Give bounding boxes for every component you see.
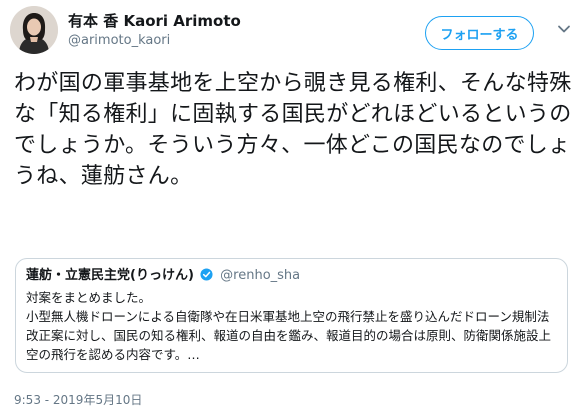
chevron-down-icon[interactable] — [557, 22, 571, 36]
author-handle[interactable]: @arimoto_kaori — [68, 33, 170, 49]
author-name[interactable]: 有本 香 Kaori Arimoto — [68, 12, 241, 30]
timestamp[interactable]: 9:53 - 2019年5月10日 — [14, 391, 142, 408]
follow-button[interactable]: フォローする — [425, 16, 534, 50]
quote-text: 対案をまとめました。 小型無人機ドローンによる自衛隊や在日米軍基地上空の飛行禁止… — [26, 290, 552, 362]
quote-header: 蓮舫・立憲民主党(りっけん) @renho_sha — [26, 267, 557, 284]
verified-icon — [200, 268, 213, 281]
avatar-image — [10, 6, 58, 54]
quote-author-handle: @renho_sha — [220, 268, 301, 283]
quote-author-name: 蓮舫・立憲民主党(りっけん) — [26, 268, 194, 283]
avatar[interactable] — [10, 6, 58, 54]
quoted-tweet-card[interactable]: 蓮舫・立憲民主党(りっけん) @renho_sha 対案をまとめました。 小型無… — [15, 258, 568, 373]
tweet-text: わが国の軍事基地を上空から覗き見る権利、そんな特殊な「知る権利」に固執する国民が… — [14, 71, 572, 189]
